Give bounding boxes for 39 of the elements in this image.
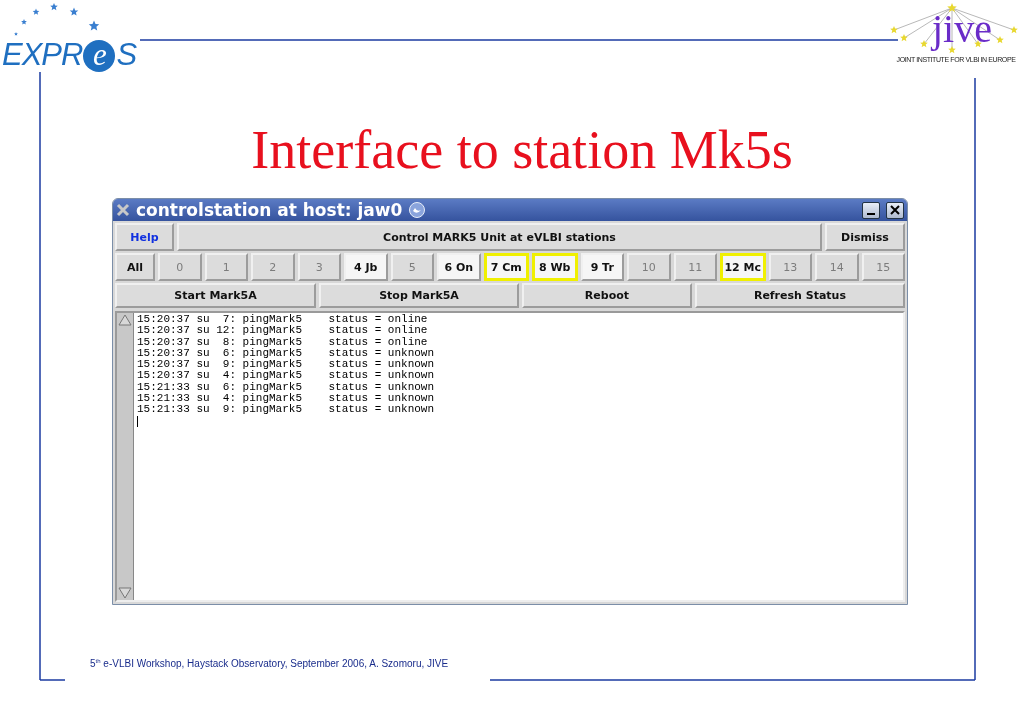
swirl-icon	[408, 201, 427, 219]
minimize-icon	[867, 213, 875, 215]
station-button[interactable]: 7 Cm	[483, 253, 529, 281]
log-line: 15:21:33 su 6: pingMark5 status = unknown	[137, 381, 435, 394]
station-button[interactable]: 6 On	[437, 253, 481, 281]
all-button[interactable]: All	[115, 253, 155, 281]
action-button[interactable]: Refresh Status	[694, 283, 905, 308]
action-button[interactable]: Reboot	[522, 283, 692, 308]
logo-wordmark: jive	[932, 6, 992, 52]
log-line: 15:21:33 su 4: pingMark5 status = unknown	[137, 393, 435, 405]
footer-text: 5$^{th}$ e-VLBI Workshop, Haystack Observatory, September 2006, A. Szomoru, JIVE	[90, 658, 449, 670]
scroll-down-icon[interactable]	[118, 587, 132, 599]
log-line: 15:21:33 su 9: pingMark5 status = unknown	[137, 404, 435, 416]
scrollbar[interactable]	[117, 313, 134, 600]
minimize-button[interactable]	[862, 201, 880, 219]
help-button[interactable]: Help	[115, 223, 174, 251]
log-line: 15:20:37 su 8: pingMark5 status = online	[137, 336, 429, 348]
log-line: 15:20:37 su 6: pingMark5 status = unknown	[137, 347, 435, 360]
action-button[interactable]: Stop Mark5A	[318, 283, 520, 308]
station-button[interactable]: 9 Tr	[580, 253, 624, 281]
window-title: controlstation at host: jaw0	[136, 200, 403, 220]
text-cursor	[137, 415, 138, 427]
log-line: 15:20:37 su 9: pingMark5 status = unknown	[137, 359, 435, 371]
logo-wordmark: EXPR e S	[2, 38, 138, 72]
log-line: 15:20:37 su 4: pingMark5 status = unknown	[137, 370, 435, 382]
station-button[interactable]: 4 Jb	[344, 253, 388, 281]
heading-button[interactable]: Control MARK5 Unit at eVLBI stations	[177, 223, 822, 251]
slide-title: Interface to station Mk5s	[250, 120, 793, 180]
station-button[interactable]: 12 Mc	[720, 253, 766, 281]
window-menu-icon	[116, 203, 130, 217]
station-button[interactable]: 8 Wb	[532, 253, 578, 281]
close-button[interactable]	[886, 201, 904, 219]
stars-icon	[12, 2, 102, 38]
scroll-up-icon[interactable]	[118, 314, 132, 326]
close-icon	[889, 204, 901, 216]
log-line: 15:20:37 su 12: pingMark5 status = online	[137, 325, 429, 337]
action-button[interactable]: Start Mark5A	[115, 283, 316, 308]
dismiss-button[interactable]: Dismiss	[825, 223, 905, 251]
log-line: 15:20:37 su 7: pingMark5 status = online	[137, 314, 429, 326]
